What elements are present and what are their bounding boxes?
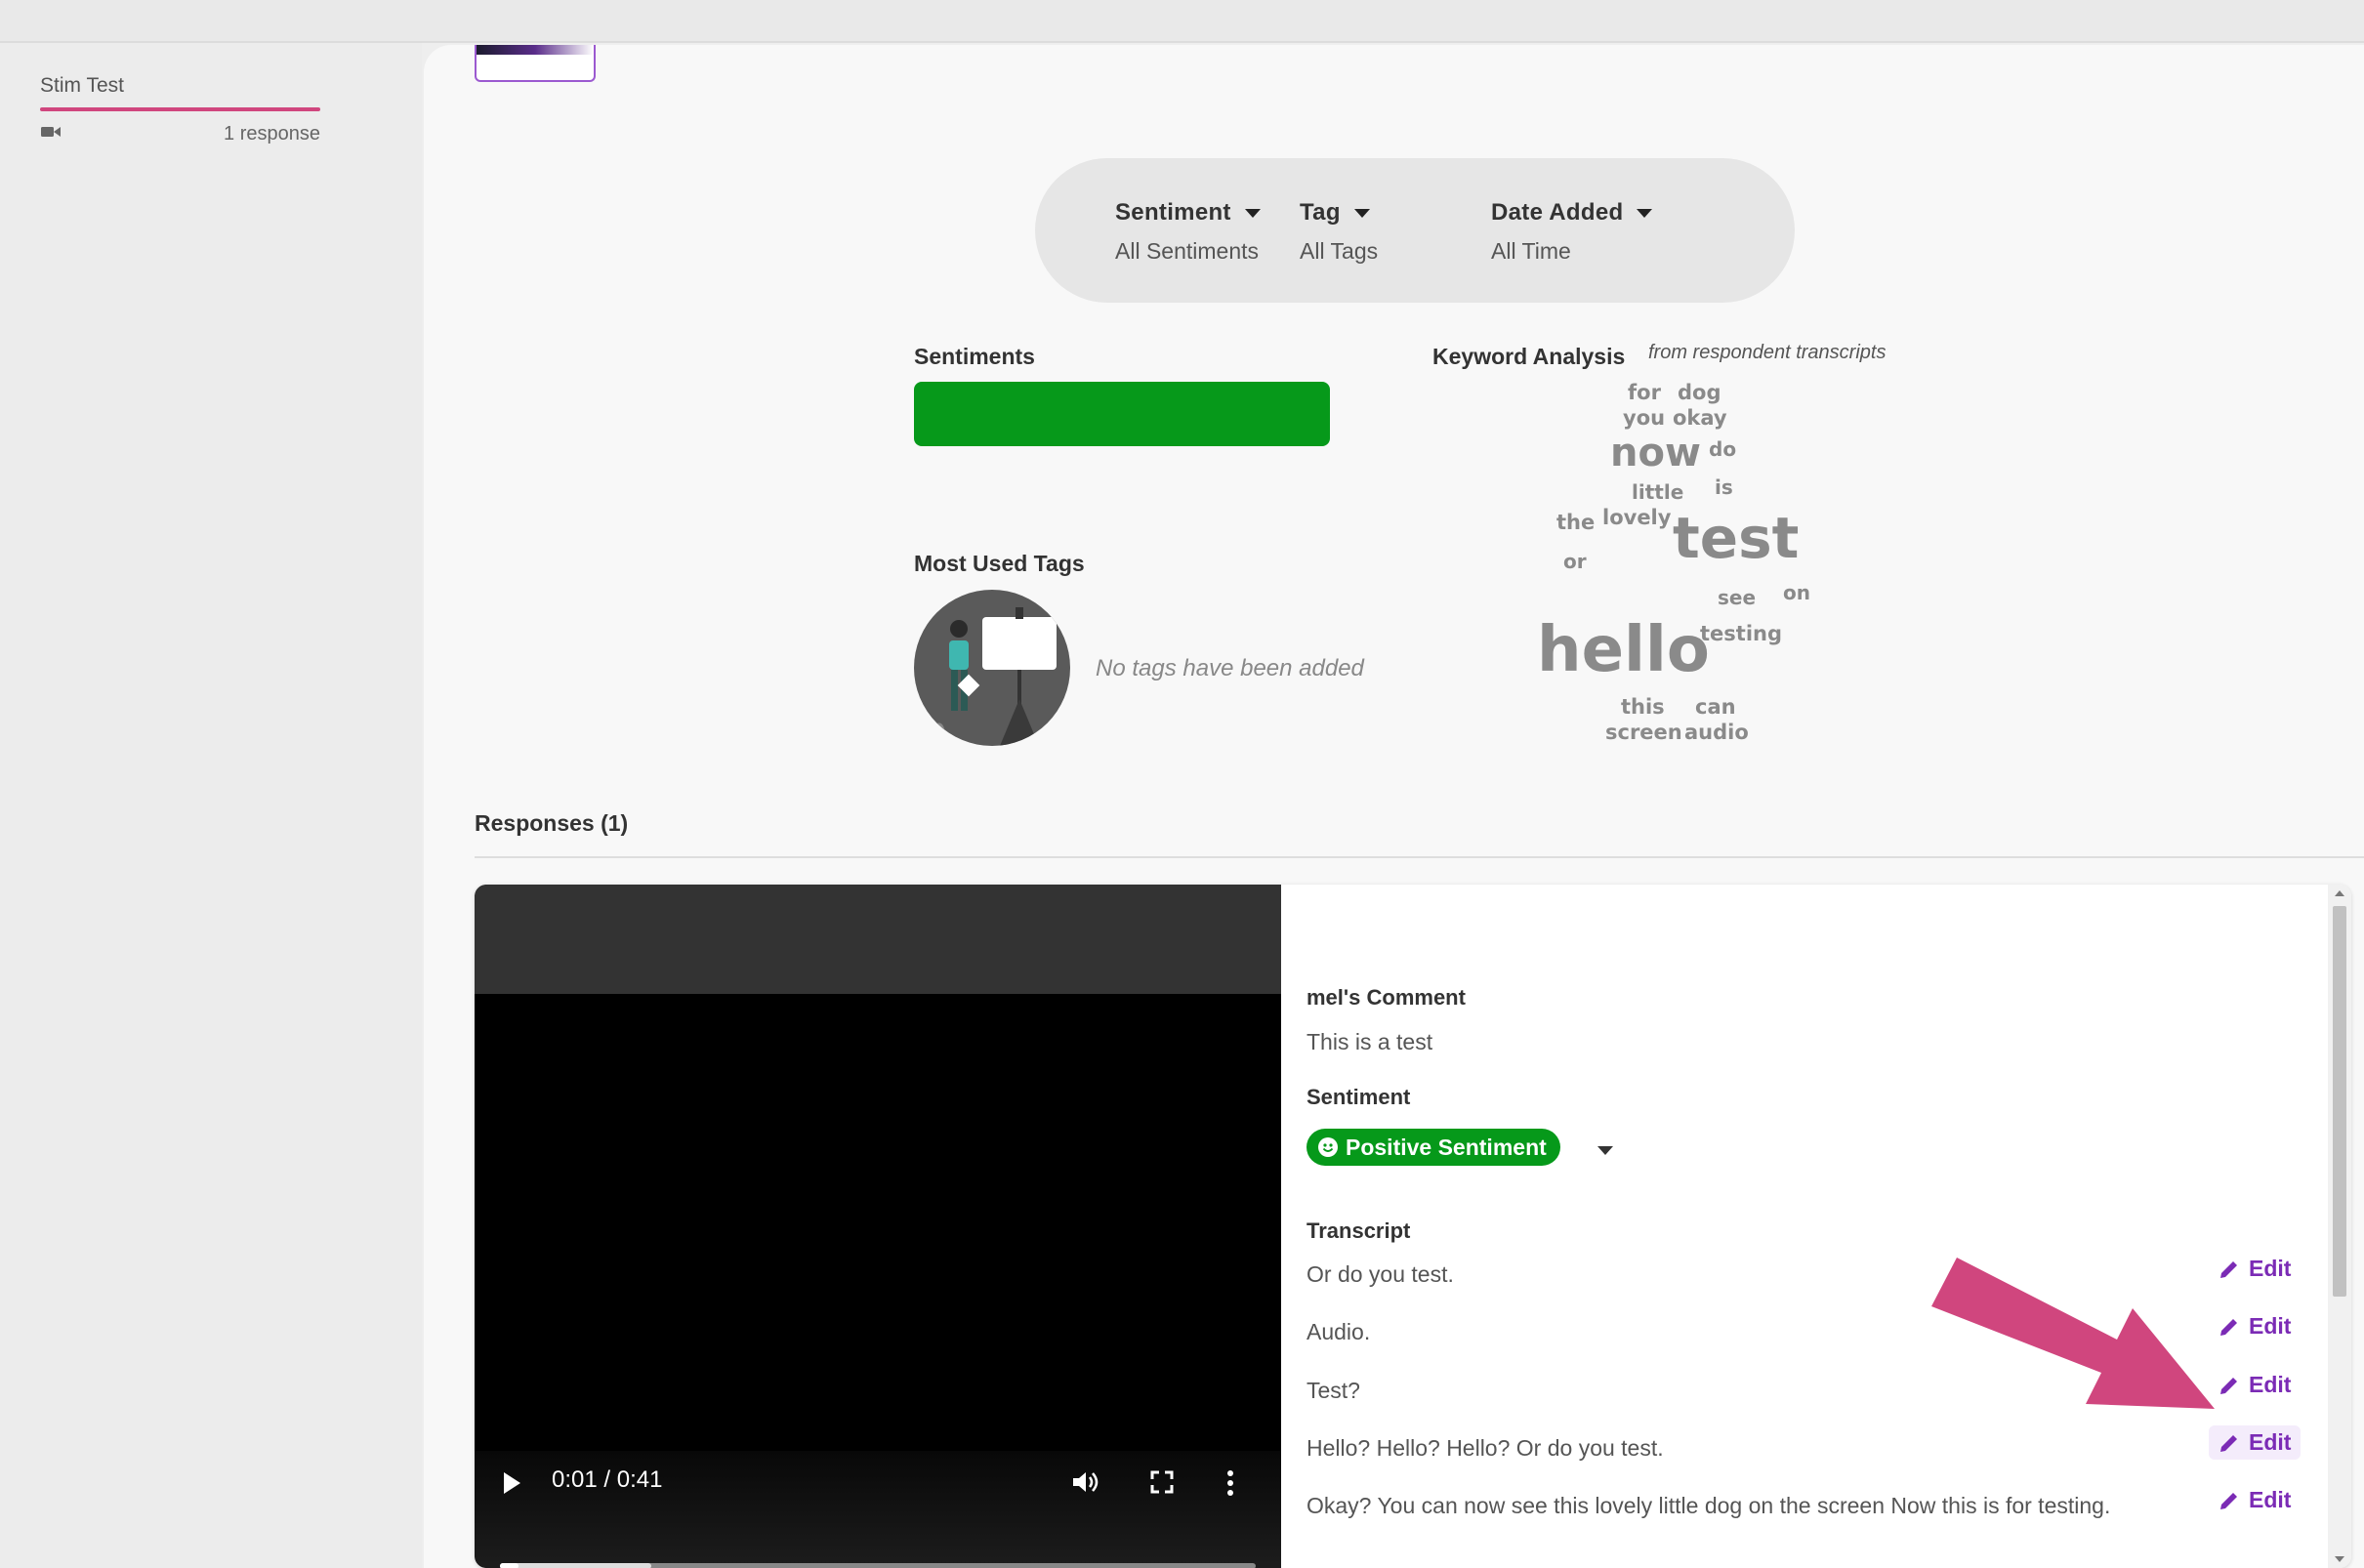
word-cloud-word: dog <box>1678 381 1721 404</box>
pencil-icon <box>2220 1377 2237 1394</box>
scroll-down-arrow-icon[interactable] <box>2335 1556 2344 1562</box>
edit-transcript-button[interactable]: Edit <box>2209 1425 2302 1460</box>
word-cloud-word: for <box>1628 381 1661 404</box>
edit-transcript-button[interactable]: Edit <box>2219 1372 2291 1398</box>
more-options-icon[interactable] <box>1226 1470 1234 1496</box>
section-divider <box>475 856 2364 858</box>
word-cloud-word: this <box>1621 695 1665 719</box>
keyword-analysis-subtitle: from respondent transcripts <box>1648 342 1887 363</box>
pencil-icon <box>2220 1434 2237 1452</box>
scrollbar-thumb[interactable] <box>2333 906 2346 1297</box>
word-cloud-word: do <box>1709 437 1737 461</box>
sentiments-title: Sentiments <box>914 344 1035 369</box>
pencil-icon <box>2220 1318 2237 1336</box>
filter-label: Sentiment <box>1115 199 1231 226</box>
transcript-line: Okay? You can now see this lovely little… <box>1306 1493 2111 1518</box>
word-cloud-word: now <box>1610 431 1701 475</box>
fullscreen-icon[interactable] <box>1150 1470 1174 1494</box>
video-poster <box>475 885 1281 994</box>
empty-tags-illustration-art <box>930 607 1057 746</box>
filter-value: All Tags <box>1300 238 1379 264</box>
sidebar: Stim Test 1 response <box>0 43 422 1568</box>
edit-transcript-button[interactable]: Edit <box>2219 1313 2291 1340</box>
comment-text: This is a test <box>1306 1029 1433 1054</box>
video-progress-bar[interactable] <box>500 1563 1256 1568</box>
stim-response-count: 1 response <box>224 123 320 144</box>
word-cloud-word: lovely <box>1602 506 1672 529</box>
sentiment-distribution-bar <box>914 382 1330 446</box>
stim-thumbnail[interactable] <box>475 45 596 82</box>
video-buffered <box>500 1563 651 1568</box>
stim-name[interactable]: Stim Test <box>40 74 124 98</box>
pencil-icon <box>2220 1492 2237 1509</box>
word-cloud-word: test <box>1673 505 1800 571</box>
thumbnail-image <box>477 45 594 55</box>
word-cloud-word: hello <box>1537 614 1710 686</box>
word-cloud-word: the <box>1556 511 1596 534</box>
chevron-down-icon <box>1353 208 1370 218</box>
edit-label: Edit <box>2249 1429 2292 1455</box>
chevron-down-icon <box>1244 208 1261 218</box>
word-cloud-word: you <box>1623 406 1666 430</box>
video-played <box>500 1563 518 1568</box>
sentiment-title: Sentiment <box>1306 1085 1411 1109</box>
transcript-title: Transcript <box>1306 1218 1411 1243</box>
comment-title: mel's Comment <box>1306 985 1466 1010</box>
responses-title: Responses (1) <box>475 810 629 836</box>
annotation-arrow-icon <box>1931 1258 2215 1409</box>
word-cloud-word: little <box>1632 480 1684 504</box>
word-cloud-word: or <box>1563 550 1587 573</box>
filter-value: All Sentiments <box>1115 238 1260 264</box>
empty-tags-illustration <box>914 590 1070 746</box>
scroll-up-arrow-icon[interactable] <box>2335 890 2344 896</box>
play-icon[interactable] <box>504 1472 520 1494</box>
edit-label: Edit <box>2249 1487 2292 1512</box>
video-time: 0:01 / 0:41 <box>552 1466 663 1493</box>
video-player[interactable]: 0:01 / 0:41 <box>475 885 1281 1568</box>
details-scrollbar[interactable] <box>2328 885 2351 1568</box>
edit-transcript-button[interactable]: Edit <box>2219 1487 2291 1513</box>
edit-label: Edit <box>2249 1313 2292 1339</box>
transcript-line: Hello? Hello? Hello? Or do you test. <box>1306 1435 1664 1461</box>
filter-value: All Time <box>1491 238 1571 264</box>
response-details: mel's Comment This is a test Sentiment P… <box>1306 885 2351 1568</box>
sentiment-pill[interactable]: Positive Sentiment <box>1306 1129 1560 1166</box>
sentiment-pill-label: Positive Sentiment <box>1346 1134 1547 1160</box>
keyword-analysis-title: Keyword Analysis <box>1432 344 1626 369</box>
pencil-icon <box>2220 1260 2237 1278</box>
word-cloud-word: audio <box>1684 721 1749 744</box>
chevron-down-icon[interactable] <box>1597 1146 1613 1155</box>
edit-label: Edit <box>2249 1256 2292 1281</box>
filter-label: Tag <box>1300 199 1341 226</box>
chevron-down-icon <box>1637 208 1653 218</box>
word-cloud-word: okay <box>1673 406 1727 430</box>
word-cloud-word: can <box>1695 695 1736 719</box>
video-camera-icon <box>41 127 61 137</box>
stim-active-indicator <box>40 107 320 111</box>
word-cloud-word: testing <box>1700 622 1782 645</box>
response-card: 0:01 / 0:41 mel's Comment This is a test… <box>475 885 2351 1568</box>
filter-sentiment[interactable]: Sentiment All Sentiments <box>1115 199 1261 265</box>
filter-tag[interactable]: Tag All Tags <box>1300 199 1378 265</box>
filter-date-added[interactable]: Date Added All Time <box>1491 199 1653 265</box>
filter-label: Date Added <box>1491 199 1624 226</box>
top-bar <box>0 0 2364 43</box>
edit-transcript-button[interactable]: Edit <box>2219 1256 2291 1282</box>
volume-icon[interactable] <box>1071 1468 1100 1496</box>
most-used-tags-title: Most Used Tags <box>914 551 1085 576</box>
word-cloud-word: on <box>1783 581 1810 604</box>
word-cloud-word: is <box>1715 475 1733 499</box>
filter-bar: Sentiment All Sentiments Tag All Tags Da… <box>1035 158 1795 303</box>
edit-label: Edit <box>2249 1372 2292 1397</box>
no-tags-message: No tags have been added <box>1096 655 1364 681</box>
word-cloud-word: screen <box>1605 721 1682 744</box>
word-cloud-word: see <box>1718 586 1757 609</box>
smile-icon <box>1318 1137 1338 1157</box>
